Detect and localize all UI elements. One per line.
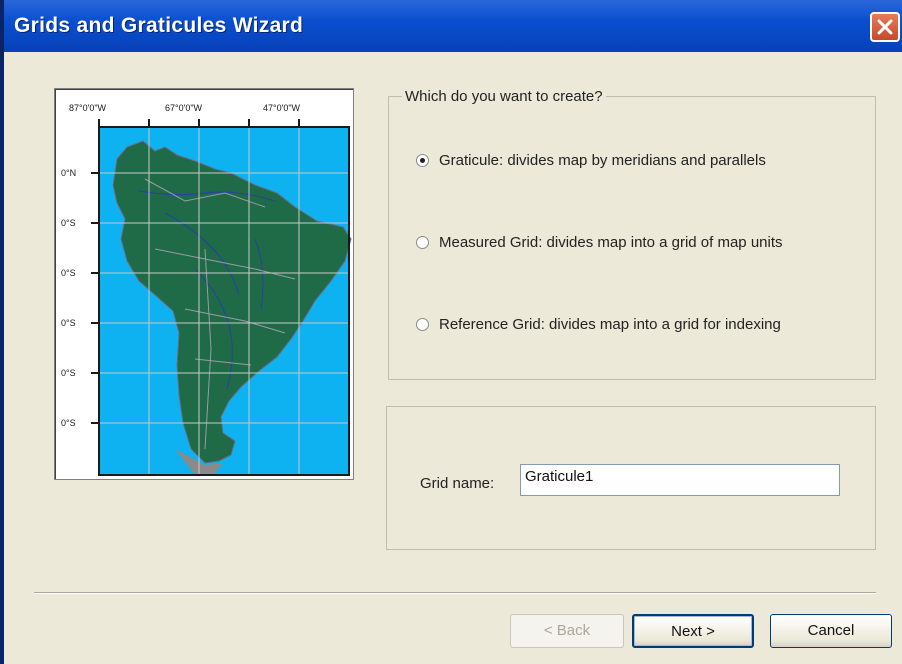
create-type-legend: Which do you want to create? xyxy=(402,88,606,105)
option-reference-grid[interactable]: Reference Grid: divides map into a grid … xyxy=(416,316,781,333)
close-icon xyxy=(877,19,893,35)
back-button[interactable]: < Back xyxy=(510,614,624,648)
next-button[interactable]: Next > xyxy=(632,614,754,648)
map-preview-svg: 87°0'0"W 67°0'0"W 47°0'0"W 0°N 0°S 0°S 0… xyxy=(61,103,352,476)
footer-separator xyxy=(34,592,876,594)
left-label: 0°N xyxy=(61,168,76,178)
option-measured-grid[interactable]: Measured Grid: divides map into a grid o… xyxy=(416,234,783,251)
map-preview: 87°0'0"W 67°0'0"W 47°0'0"W 0°N 0°S 0°S 0… xyxy=(54,88,354,480)
option-graticule[interactable]: Graticule: divides map by meridians and … xyxy=(416,152,766,169)
top-label: 47°0'0"W xyxy=(263,103,301,113)
graticule-label: Graticule: divides map by meridians and … xyxy=(439,152,766,169)
reference-grid-radio[interactable] xyxy=(416,318,429,331)
cancel-button[interactable]: Cancel xyxy=(770,614,892,648)
title-bar[interactable]: Grids and Graticules Wizard xyxy=(4,0,902,52)
left-label: 0°S xyxy=(61,368,76,378)
graticule-radio[interactable] xyxy=(416,154,429,167)
measured-grid-label: Measured Grid: divides map into a grid o… xyxy=(439,234,783,251)
left-label: 0°S xyxy=(61,268,76,278)
grid-name-label: Grid name: xyxy=(420,475,495,492)
close-button[interactable] xyxy=(870,12,900,42)
left-label: 0°S xyxy=(61,218,76,228)
measured-grid-radio[interactable] xyxy=(416,236,429,249)
window-title: Grids and Graticules Wizard xyxy=(14,14,304,37)
top-label: 67°0'0"W xyxy=(165,103,203,113)
wizard-window: Grids and Graticules Wizard 87°0'0"W 67°… xyxy=(0,0,902,664)
left-label: 0°S xyxy=(61,418,76,428)
left-labels: 0°N 0°S 0°S 0°S 0°S 0°S xyxy=(61,168,76,428)
top-label: 87°0'0"W xyxy=(69,103,107,113)
grid-name-input[interactable] xyxy=(520,464,840,496)
left-label: 0°S xyxy=(61,318,76,328)
reference-grid-label: Reference Grid: divides map into a grid … xyxy=(439,316,781,333)
top-labels: 87°0'0"W 67°0'0"W 47°0'0"W xyxy=(69,103,301,113)
